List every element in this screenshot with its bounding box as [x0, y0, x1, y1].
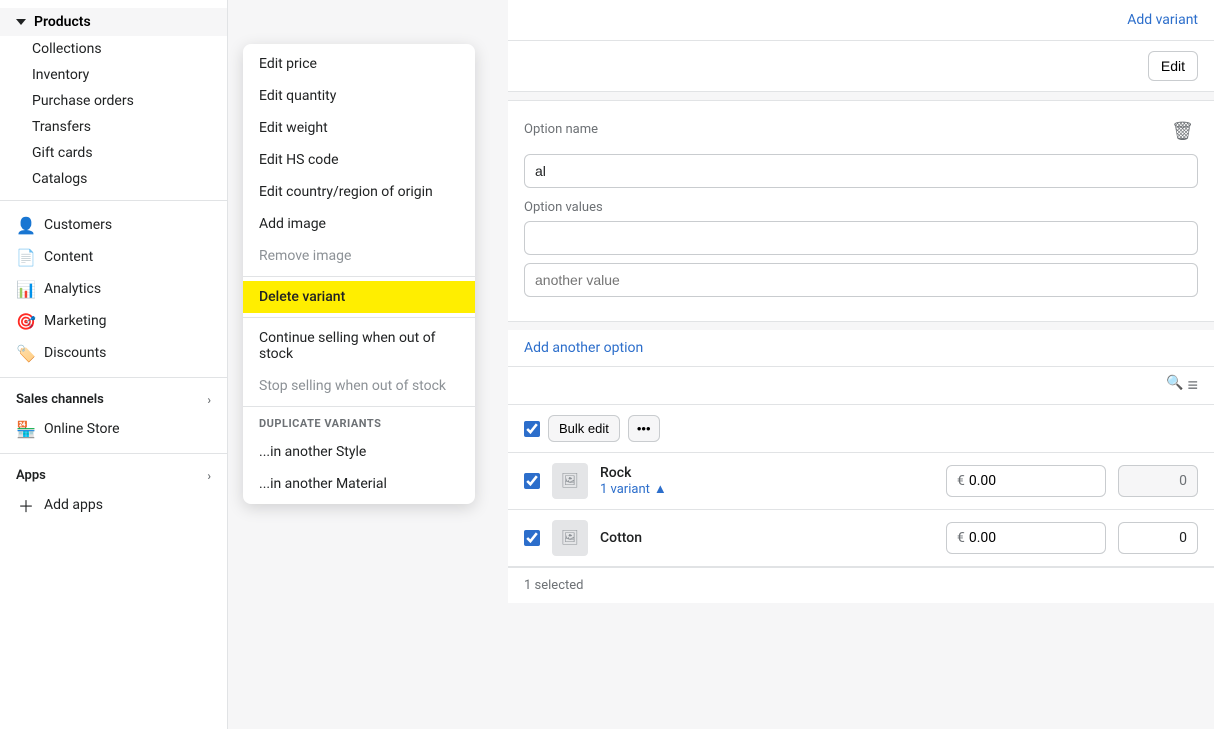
content-icon: 📄: [16, 247, 36, 267]
rock-subtitle[interactable]: 1 variant ▲: [600, 481, 934, 497]
sidebar-divider-3: [0, 453, 227, 454]
edit-button[interactable]: Edit: [1148, 51, 1198, 81]
rock-title: Rock: [600, 465, 934, 481]
apps-section[interactable]: Apps ›: [0, 462, 227, 489]
cotton-variant-info: Cotton: [600, 530, 934, 546]
option-value-row-1: [524, 221, 1198, 255]
option-value-input-2[interactable]: [524, 263, 1198, 297]
menu-item-add-image[interactable]: Add image: [243, 208, 475, 240]
discounts-icon: 🏷️: [16, 343, 36, 363]
cotton-price-value[interactable]: 0.00: [969, 530, 996, 546]
variants-table: Bulk edit ••• 🖼 Rock 1 variant ▲ € 0.00: [508, 405, 1214, 603]
menu-item-edit-weight[interactable]: Edit weight: [243, 112, 475, 144]
menu-item-dup-style[interactable]: ...in another Style: [243, 436, 475, 468]
menu-item-edit-country[interactable]: Edit country/region of origin: [243, 176, 475, 208]
cotton-checkbox[interactable]: [524, 530, 540, 546]
filter-icon[interactable]: ≡: [1187, 375, 1198, 396]
sidebar-item-purchase-orders[interactable]: Purchase orders: [0, 88, 227, 114]
menu-item-remove-image: Remove image: [243, 240, 475, 272]
panel-section-edit: Edit: [508, 41, 1214, 92]
menu-item-edit-price[interactable]: Edit price: [243, 48, 475, 80]
menu-item-edit-hs-code[interactable]: Edit HS code: [243, 144, 475, 176]
more-options-button[interactable]: •••: [628, 415, 660, 442]
rock-price-value[interactable]: 0.00: [969, 473, 996, 489]
sales-channels-chevron: ›: [207, 393, 211, 407]
add-apps-icon: ＋: [16, 495, 36, 515]
rock-price-input[interactable]: € 0.00: [946, 465, 1106, 497]
delete-icon[interactable]: 🗑: [1167, 117, 1198, 146]
euro-symbol: €: [957, 473, 965, 489]
cotton-price-input[interactable]: € 0.00: [946, 522, 1106, 554]
menu-item-stop-selling: Stop selling when out of stock: [243, 370, 475, 402]
add-variant-link[interactable]: Add variant: [1127, 12, 1198, 28]
sidebar-item-transfers[interactable]: Transfers: [0, 114, 227, 140]
rock-qty-input: 0: [1118, 465, 1198, 497]
apps-chevron: ›: [207, 469, 211, 483]
sidebar-main-items: 👤Customers📄Content📊Analytics🎯Marketing🏷️…: [0, 209, 227, 369]
right-panel: Add variant Edit Option name 🗑 Option va…: [508, 0, 1214, 729]
menu-item-delete-variant[interactable]: Delete variant: [243, 281, 475, 313]
add-another-option-link[interactable]: Add another option: [524, 340, 643, 356]
rock-checkbox[interactable]: [524, 473, 540, 489]
select-all-checkbox[interactable]: [524, 421, 540, 437]
bulk-edit-row: Bulk edit •••: [508, 405, 1214, 453]
cotton-qty-input[interactable]: 0: [1118, 522, 1198, 554]
option-value-input-1[interactable]: [524, 221, 1198, 255]
sidebar-item-online-store[interactable]: 🏪 Online Store: [0, 413, 227, 445]
duplicate-items: ...in another Style...in another Materia…: [243, 436, 475, 500]
bulk-edit-button[interactable]: Bulk edit: [548, 415, 620, 442]
option-name-input[interactable]: [524, 154, 1198, 188]
selected-count-label: 1 selected: [524, 578, 583, 593]
sidebar-item-catalogs[interactable]: Catalogs: [0, 166, 227, 192]
sales-channels-section[interactable]: Sales channels ›: [0, 386, 227, 413]
context-menu: Edit priceEdit quantityEdit weightEdit H…: [243, 44, 475, 504]
menu-divider-after-delete: [243, 317, 475, 318]
search-filter-icons[interactable]: 🔍 ≡: [1166, 375, 1198, 396]
sidebar-item-customers[interactable]: 👤Customers: [0, 209, 227, 241]
sidebar-item-analytics[interactable]: 📊Analytics: [0, 273, 227, 305]
duplicate-section-title: DUPLICATE VARIANTS: [243, 411, 475, 436]
sidebar-item-discounts[interactable]: 🏷️Discounts: [0, 337, 227, 369]
selected-count-bar: 1 selected: [508, 567, 1214, 603]
euro-symbol-2: €: [957, 530, 965, 546]
option-name-label: Option name: [524, 122, 598, 137]
add-option-row: Add another option: [508, 330, 1214, 367]
analytics-icon: 📊: [16, 279, 36, 299]
main-content: Edit priceEdit quantityEdit weightEdit H…: [228, 0, 1214, 729]
products-sub-menu: CollectionsInventoryPurchase ordersTrans…: [0, 36, 227, 192]
chevron-down-icon: [16, 19, 26, 25]
sidebar-item-content[interactable]: 📄Content: [0, 241, 227, 273]
marketing-icon: 🎯: [16, 311, 36, 331]
sidebar-item-add-apps[interactable]: ＋ Add apps: [0, 489, 227, 521]
sidebar-item-gift-cards[interactable]: Gift cards: [0, 140, 227, 166]
table-row: 🖼 Cotton € 0.00 0: [508, 510, 1214, 567]
menu-items: Edit priceEdit quantityEdit weightEdit H…: [243, 48, 475, 402]
sidebar-divider: [0, 200, 227, 201]
cotton-title: Cotton: [600, 530, 934, 546]
panel-top-bar: Add variant: [508, 0, 1214, 41]
search-icon[interactable]: 🔍: [1166, 375, 1183, 396]
rock-variant-info: Rock 1 variant ▲: [600, 465, 934, 497]
menu-item-continue-selling[interactable]: Continue selling when out of stock: [243, 322, 475, 370]
table-row: 🖼 Rock 1 variant ▲ € 0.00 0: [508, 453, 1214, 510]
option-value-row-2: [524, 263, 1198, 297]
cotton-thumbnail: 🖼: [552, 520, 588, 556]
menu-item-dup-material[interactable]: ...in another Material: [243, 468, 475, 500]
sidebar-item-inventory[interactable]: Inventory: [0, 62, 227, 88]
sidebar-item-products[interactable]: Products: [0, 8, 227, 36]
sidebar-divider-2: [0, 377, 227, 378]
customers-icon: 👤: [16, 215, 36, 235]
option-name-section: Option name 🗑 Option values: [508, 100, 1214, 322]
menu-item-edit-quantity[interactable]: Edit quantity: [243, 80, 475, 112]
rock-thumbnail: 🖼: [552, 463, 588, 499]
menu-divider-dup: [243, 406, 475, 407]
search-filter-row: 🔍 ≡: [508, 367, 1214, 405]
sidebar: Products CollectionsInventoryPurchase or…: [0, 0, 228, 729]
chevron-up-icon: ▲: [654, 481, 667, 497]
sidebar-item-marketing[interactable]: 🎯Marketing: [0, 305, 227, 337]
sidebar-item-collections[interactable]: Collections: [0, 36, 227, 62]
option-values-label: Option values: [524, 200, 1198, 215]
menu-divider-before-delete: [243, 276, 475, 277]
store-icon: 🏪: [16, 419, 36, 439]
